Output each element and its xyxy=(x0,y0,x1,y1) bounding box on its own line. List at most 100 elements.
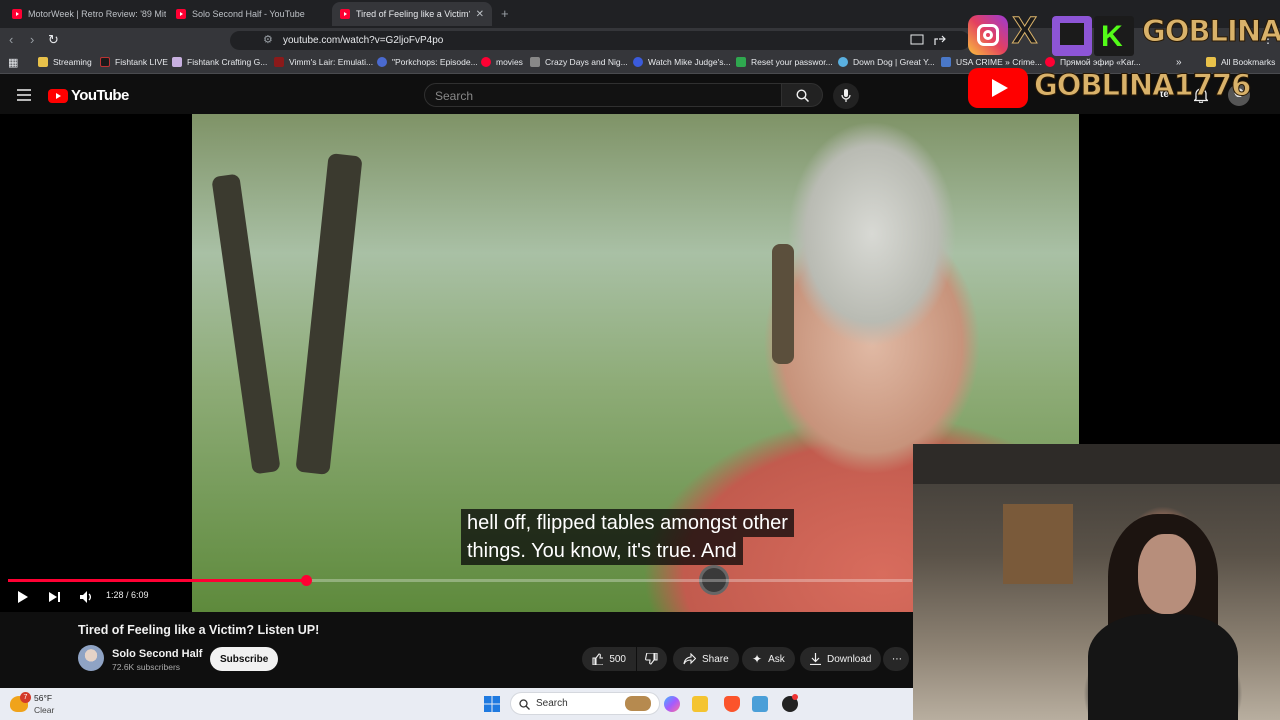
ask-label: Ask xyxy=(768,653,785,665)
taskbar-search-box[interactable]: Search xyxy=(510,692,660,715)
like-count: 500 xyxy=(609,653,626,665)
subscriber-count: 72.6K subscribers xyxy=(112,662,181,672)
voice-search-button[interactable] xyxy=(833,83,859,109)
address-bar[interactable]: ⚙ youtube.com/watch?v=G2ljoFvP4po xyxy=(230,31,970,50)
youtube-icon xyxy=(481,57,491,67)
page-icon xyxy=(530,57,540,67)
play-icon[interactable] xyxy=(17,590,29,604)
next-video-icon[interactable] xyxy=(48,591,61,603)
tab-solo-second-half[interactable]: Solo Second Half - YouTube xyxy=(168,2,330,26)
download-button[interactable]: Download xyxy=(800,647,882,671)
bookmark-streaming[interactable]: Streaming xyxy=(38,57,92,67)
apps-grid-icon[interactable]: ▦ xyxy=(8,56,18,69)
share-label: Share xyxy=(702,653,729,665)
url-text[interactable]: youtube.com/watch?v=G2ljoFvP4po xyxy=(283,35,443,46)
youtube-logo[interactable]: YouTube xyxy=(48,87,129,104)
bookmark-fishtank-crafting[interactable]: Fishtank Crafting G... xyxy=(172,57,267,67)
tree-trunk xyxy=(211,173,281,475)
tab-label: MotorWeek | Retro Review: '89 Mitsu xyxy=(28,9,166,19)
new-tab-button[interactable]: + xyxy=(501,6,509,21)
channel-name[interactable]: Solo Second Half xyxy=(112,648,202,660)
channel-avatar[interactable] xyxy=(78,645,104,671)
more-horizontal-icon: ⋯ xyxy=(892,653,902,665)
weather-badge: 7 xyxy=(20,692,31,703)
tree-trunk xyxy=(772,244,794,364)
youtube-wordmark: YouTube xyxy=(71,87,129,104)
download-label: Download xyxy=(827,653,872,665)
search-icon xyxy=(796,89,809,102)
youtube-favicon-icon xyxy=(12,9,22,19)
page-icon xyxy=(941,57,951,67)
site-info-icon[interactable]: ⚙ xyxy=(263,33,273,46)
recording-indicator xyxy=(792,694,798,700)
forward-icon[interactable]: › xyxy=(30,32,34,47)
page-icon xyxy=(736,57,746,67)
page-icon xyxy=(377,57,387,67)
bookmark-fishtank-live[interactable]: Fishtank LIVE xyxy=(100,57,168,67)
hamburger-menu-icon[interactable] xyxy=(17,89,31,101)
cast-icon[interactable] xyxy=(910,34,924,46)
youtube-overlay-icon xyxy=(968,68,1028,108)
search-placeholder: Search xyxy=(435,89,474,103)
copilot-icon[interactable] xyxy=(664,696,680,712)
bookmark-reset-password[interactable]: Reset your passwor... xyxy=(736,57,833,67)
video-title: Tired of Feeling like a Victim? Listen U… xyxy=(78,623,320,637)
thumbs-up-icon xyxy=(592,653,604,665)
page-icon xyxy=(172,57,182,67)
webcam-overlay xyxy=(913,444,1280,720)
progress-bar[interactable] xyxy=(8,575,912,586)
volume-icon[interactable] xyxy=(79,590,94,604)
more-actions-button[interactable]: ⋯ xyxy=(883,647,909,671)
caption-line: things. You know, it's true. And xyxy=(461,537,743,565)
bookmark-vimms-lair[interactable]: Vimm's Lair: Emulati... xyxy=(274,57,373,67)
bookmark-down-dog[interactable]: Down Dog | Great Y... xyxy=(838,57,935,67)
search-icon xyxy=(519,699,530,710)
bookmark-label: Reset your passwor... xyxy=(751,57,833,67)
bookmark-porkchops[interactable]: "Porkchops: Episode... xyxy=(377,57,478,67)
bookmark-label: Crazy Days and Nig... xyxy=(545,57,628,67)
tab-active-video[interactable]: Tired of Feeling like a Victim? Li ✕ xyxy=(332,2,492,26)
like-button[interactable]: 500 xyxy=(582,647,636,671)
vimm-icon xyxy=(274,57,284,67)
share-page-icon[interactable] xyxy=(933,33,947,47)
caption-line: hell off, flipped tables amongst other xyxy=(461,509,794,537)
webcam-shirt xyxy=(1088,614,1238,720)
bookmark-crazy-days[interactable]: Crazy Days and Nig... xyxy=(530,57,628,67)
webcam-cabinet xyxy=(1003,504,1073,584)
tab-motorweek[interactable]: MotorWeek | Retro Review: '89 Mitsu xyxy=(4,2,166,26)
notepad-icon[interactable] xyxy=(752,696,768,712)
search-input[interactable]: Search xyxy=(424,83,782,107)
search-button[interactable] xyxy=(781,83,823,107)
twitch-icon xyxy=(1052,16,1092,56)
tab-label: Tired of Feeling like a Victim? Li xyxy=(356,9,470,19)
youtube-logo-icon xyxy=(48,88,68,103)
bookmark-label: Watch Mike Judge's... xyxy=(648,57,731,67)
weather-condition: Clear xyxy=(34,705,55,715)
close-tab-icon[interactable]: ✕ xyxy=(476,9,484,20)
youtube-favicon-icon xyxy=(176,9,186,19)
reload-icon[interactable]: ↻ xyxy=(48,32,59,48)
sparkle-icon: ✦ xyxy=(752,652,763,666)
share-button[interactable]: Share xyxy=(673,647,739,671)
back-icon[interactable]: ‹ xyxy=(9,32,13,47)
page-icon xyxy=(633,57,643,67)
taskbar-search-label: Search xyxy=(536,698,568,709)
thumbs-down-icon xyxy=(645,653,658,665)
search-highlight-icon xyxy=(625,696,651,711)
bookmark-label: Streaming xyxy=(53,57,92,67)
dislike-button[interactable] xyxy=(637,647,667,671)
subscribe-button[interactable]: Subscribe xyxy=(210,647,279,671)
bookmark-mike-judge[interactable]: Watch Mike Judge's... xyxy=(633,57,731,67)
share-icon xyxy=(683,653,696,665)
bookmark-label: Down Dog | Great Y... xyxy=(853,57,935,67)
bookmark-movies[interactable]: movies xyxy=(481,57,523,67)
folder-icon xyxy=(38,57,48,67)
caption-box: hell off, flipped tables amongst other t… xyxy=(461,509,794,565)
social-overlay: X K GOBLINA911 GOBLINA1776 xyxy=(966,10,1280,110)
bookmark-label: movies xyxy=(496,57,523,67)
file-explorer-icon[interactable] xyxy=(692,696,708,712)
ask-button[interactable]: ✦ Ask xyxy=(742,647,795,671)
windows-start-icon[interactable] xyxy=(484,696,500,712)
brave-browser-icon[interactable] xyxy=(724,696,740,712)
windows-taskbar: 7 56°F Clear Search xyxy=(0,688,913,720)
